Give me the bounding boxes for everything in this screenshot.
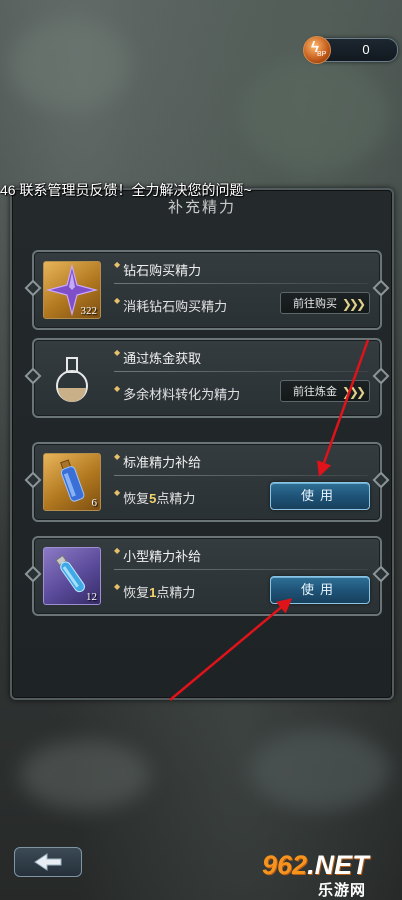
card-alchemy: ◆ 通过炼金获取 ◆ 多余材料转化为精力 前往炼金 ❯❯❯ [32, 338, 382, 418]
energy-counter[interactable]: ϟ BP 0 [303, 36, 398, 64]
divider [114, 371, 368, 372]
card-desc: ◆ 恢复5点精力 [114, 488, 196, 506]
back-button[interactable] [14, 847, 82, 877]
watermark-suffix: .NET [307, 850, 369, 880]
use-standard-button[interactable]: 使用 [270, 482, 370, 510]
card-title: ◆ 通过炼金获取 [114, 348, 202, 366]
go-purchase-button[interactable]: 前往购买 ❯❯❯ [280, 292, 370, 314]
diamond-item-thumb: 322 [43, 261, 101, 319]
card-title: ◆ 钻石购买精力 [114, 260, 202, 278]
watermark-962net: 962.NET 乐游网 [262, 850, 400, 899]
card-desc: ◆ 多余材料转化为精力 [114, 384, 241, 402]
watermark-brand: 962.NET [262, 850, 369, 881]
card-diamond-purchase: 322 ◆ 钻石购买精力 ◆ 消耗钻石购买精力 前往购买 ❯❯❯ [32, 250, 382, 330]
back-arrow-icon [34, 853, 62, 871]
card-desc: ◆ 恢复1点精力 [114, 582, 196, 600]
replenish-energy-panel: 补充精力 322 ◆ 钻石购买精力 ◆ 消耗钻石购买精力 前往购买 ❯❯❯ ◆ 通过炼金… [10, 188, 394, 700]
item-count: 6 [91, 497, 98, 509]
card-desc-text: 消耗钻石购买精力 [123, 299, 228, 314]
card-title: ◆ 标准精力补给 [114, 452, 202, 470]
standard-potion-thumb: 6 [43, 453, 101, 511]
panel-title: 补充精力 [167, 199, 236, 216]
lightning-icon: ϟ BP [303, 36, 331, 64]
flask-item-thumb [43, 349, 101, 407]
divider [114, 475, 368, 476]
bg-blur [250, 730, 390, 810]
desc-pre: 恢复 [123, 585, 150, 600]
go-alchemy-label: 前往炼金 [293, 386, 337, 398]
item-count: 12 [86, 591, 97, 603]
card-title-text: 通过炼金获取 [123, 351, 202, 366]
item-count: 322 [80, 305, 98, 317]
card-title-text: 小型精力补给 [123, 549, 202, 564]
desc-post: 点精力 [156, 491, 196, 506]
bg-blur [20, 740, 150, 810]
card-desc: ◆ 消耗钻石购买精力 [114, 296, 228, 314]
small-potion-thumb: 12 [43, 547, 101, 605]
card-standard-supply: 6 ◆ 标准精力补给 ◆ 恢复5点精力 使用 [32, 442, 382, 522]
card-title-text: 钻石购买精力 [123, 263, 202, 278]
flask-icon [56, 357, 88, 402]
watermark-site: 乐游网 [318, 882, 367, 899]
double-chevron-icon: ❯❯❯ [341, 385, 366, 399]
announcement-marquee: 46 联系管理员反馈！全力解决您的问题~ [0, 182, 252, 198]
double-chevron-icon: ❯❯❯ [341, 297, 366, 311]
energy-label: BP [317, 51, 327, 58]
card-small-supply: 12 ◆ 小型精力补给 ◆ 恢复1点精力 使用 [32, 536, 382, 616]
go-alchemy-button[interactable]: 前往炼金 ❯❯❯ [280, 380, 370, 402]
use-small-button[interactable]: 使用 [270, 576, 370, 604]
card-title: ◆ 小型精力补给 [114, 546, 202, 564]
card-desc-text: 多余材料转化为精力 [123, 387, 241, 402]
divider [114, 283, 368, 284]
desc-pre: 恢复 [123, 491, 150, 506]
go-purchase-label: 前往购买 [293, 298, 337, 310]
divider [114, 569, 368, 570]
desc-post: 点精力 [156, 585, 196, 600]
bg-blur [240, 60, 390, 170]
watermark-number: 962 [262, 850, 308, 880]
bg-blur [10, 20, 130, 110]
energy-value: 0 [362, 42, 370, 57]
card-title-text: 标准精力补给 [123, 455, 202, 470]
